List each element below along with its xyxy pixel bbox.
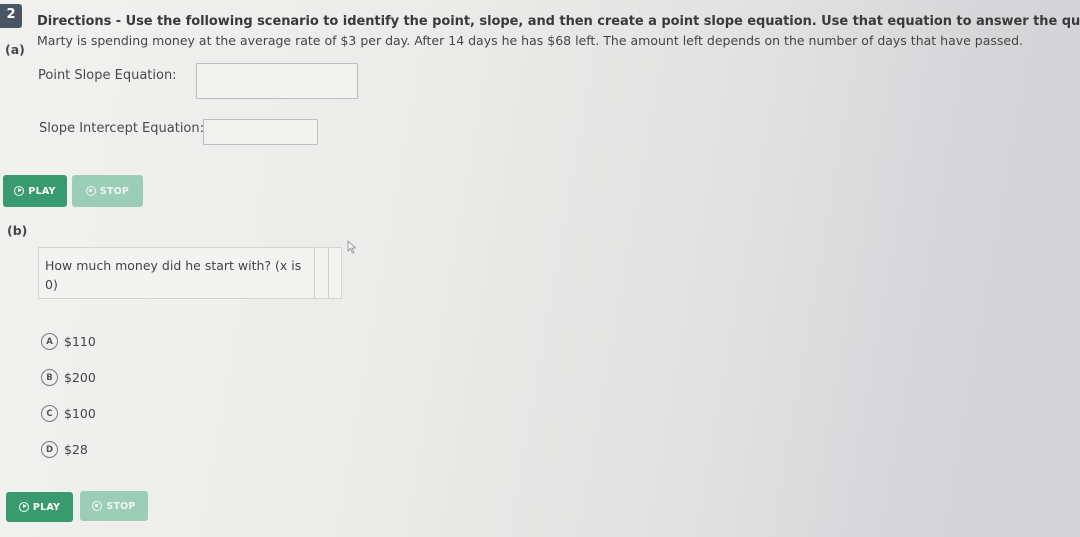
question-box-divider: [328, 248, 329, 298]
choice-value: $110: [64, 334, 96, 349]
question-number-badge: 2: [0, 4, 22, 28]
stop-circle-icon: [92, 501, 103, 511]
scenario-text: Marty is spending money at the average r…: [37, 33, 1024, 48]
point-slope-input[interactable]: [196, 63, 358, 99]
choice-b[interactable]: B $200: [41, 369, 96, 386]
slope-intercept-label: Slope Intercept Equation:: [39, 121, 205, 136]
choice-d[interactable]: D $28: [41, 441, 88, 458]
part-b-stop-button[interactable]: STOP: [80, 491, 148, 521]
choice-value: $200: [64, 370, 96, 385]
stop-label: STOP: [106, 500, 136, 512]
choice-value: $100: [64, 406, 96, 421]
point-slope-label: Point Slope Equation:: [38, 68, 177, 83]
part-b-play-button[interactable]: PLAY: [6, 492, 73, 522]
part-b-label: (b): [7, 223, 28, 238]
part-a-play-button[interactable]: PLAY: [3, 175, 67, 207]
choice-letter: D: [41, 441, 58, 458]
part-a-label: (a): [5, 42, 25, 57]
choice-letter: C: [41, 405, 58, 422]
directions-text: Directions - Use the following scenario …: [37, 14, 1080, 29]
mouse-pointer-icon: [347, 240, 357, 254]
play-label: PLAY: [28, 185, 56, 197]
stop-circle-icon: [85, 186, 96, 196]
play-label: PLAY: [32, 501, 61, 513]
stop-label: STOP: [99, 185, 130, 197]
choice-value: $28: [64, 442, 88, 457]
play-circle-icon: [18, 502, 29, 512]
choice-a[interactable]: A $110: [41, 333, 96, 350]
part-a-stop-button[interactable]: STOP: [72, 175, 143, 207]
choice-letter: A: [41, 333, 58, 350]
question-box-divider: [314, 248, 315, 298]
play-circle-icon: [14, 186, 25, 196]
choice-letter: B: [41, 369, 58, 386]
part-b-question-text: How much money did he start with? (x is …: [45, 258, 302, 292]
slope-intercept-input[interactable]: [203, 119, 318, 145]
choice-c[interactable]: C $100: [41, 405, 96, 422]
